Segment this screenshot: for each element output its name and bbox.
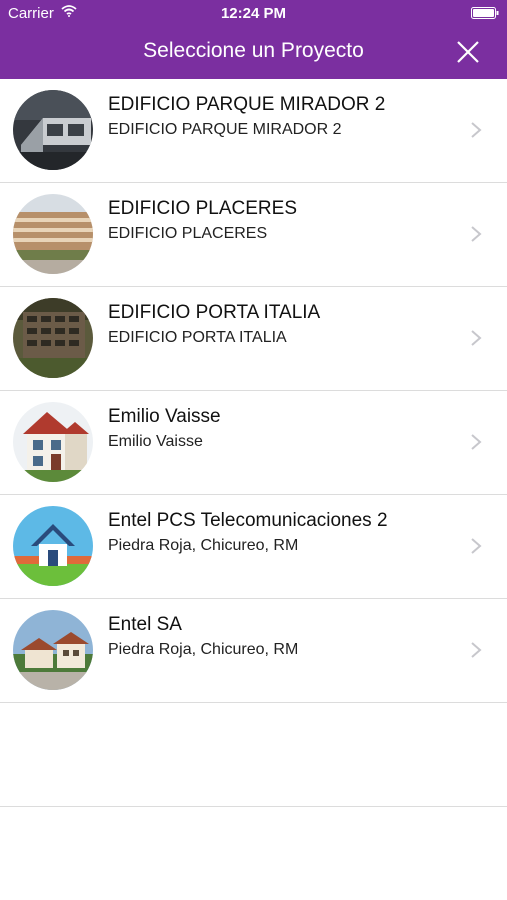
clock: 12:24 PM <box>220 5 287 22</box>
project-thumbnail <box>13 610 93 690</box>
project-subtitle: Piedra Roja, Chicureo, RM <box>108 537 299 554</box>
project-row[interactable]: EDIFICIO PARQUE MIRADOR 2 EDIFICIO PARQU… <box>0 79 507 183</box>
project-row[interactable]: EDIFICIO PLACERES EDIFICIO PLACERES <box>0 183 507 287</box>
page-title: Seleccione un Proyecto <box>143 39 364 62</box>
project-title: EDIFICIO PORTA ITALIA <box>108 302 321 323</box>
project-list: EDIFICIO PARQUE MIRADOR 2 EDIFICIO PARQU… <box>0 79 507 703</box>
project-title: EDIFICIO PARQUE MIRADOR 2 <box>108 94 386 115</box>
project-subtitle: EDIFICIO PARQUE MIRADOR 2 <box>108 121 342 138</box>
project-thumbnail <box>13 402 93 482</box>
project-thumbnail <box>13 298 93 378</box>
chevron-right-icon <box>471 538 482 554</box>
project-row[interactable]: Entel SA Piedra Roja, Chicureo, RM <box>0 599 507 703</box>
project-title: Entel SA <box>108 614 182 635</box>
project-subtitle: EDIFICIO PORTA ITALIA <box>108 329 287 346</box>
project-row[interactable]: EDIFICIO PORTA ITALIA EDIFICIO PORTA ITA… <box>0 287 507 391</box>
navigation-bar: Carrier 12:24 PM Seleccione un Proyecto <box>0 0 507 79</box>
project-thumbnail <box>13 194 93 274</box>
project-subtitle: EDIFICIO PLACERES <box>108 225 268 242</box>
project-row[interactable]: Entel PCS Telecomunicaciones 2 Piedra Ro… <box>0 495 507 599</box>
project-title: Emilio Vaisse <box>108 406 221 427</box>
chevron-right-icon <box>471 122 482 138</box>
status-bar: Carrier 12:24 PM <box>0 0 507 26</box>
close-icon[interactable] <box>454 38 482 66</box>
chevron-right-icon <box>471 330 482 346</box>
project-thumbnail <box>13 506 93 586</box>
project-row[interactable]: Emilio Vaisse Emilio Vaisse <box>0 391 507 495</box>
project-subtitle: Emilio Vaisse <box>108 433 203 450</box>
chevron-right-icon <box>471 642 482 658</box>
project-subtitle: Piedra Roja, Chicureo, RM <box>108 641 299 658</box>
project-title: EDIFICIO PLACERES <box>108 198 297 219</box>
chevron-right-icon <box>471 434 482 450</box>
chevron-right-icon <box>471 226 482 242</box>
battery-icon <box>471 7 499 19</box>
project-title: Entel PCS Telecomunicaciones 2 <box>108 510 388 531</box>
project-thumbnail <box>13 90 93 170</box>
empty-row-divider <box>0 806 507 807</box>
